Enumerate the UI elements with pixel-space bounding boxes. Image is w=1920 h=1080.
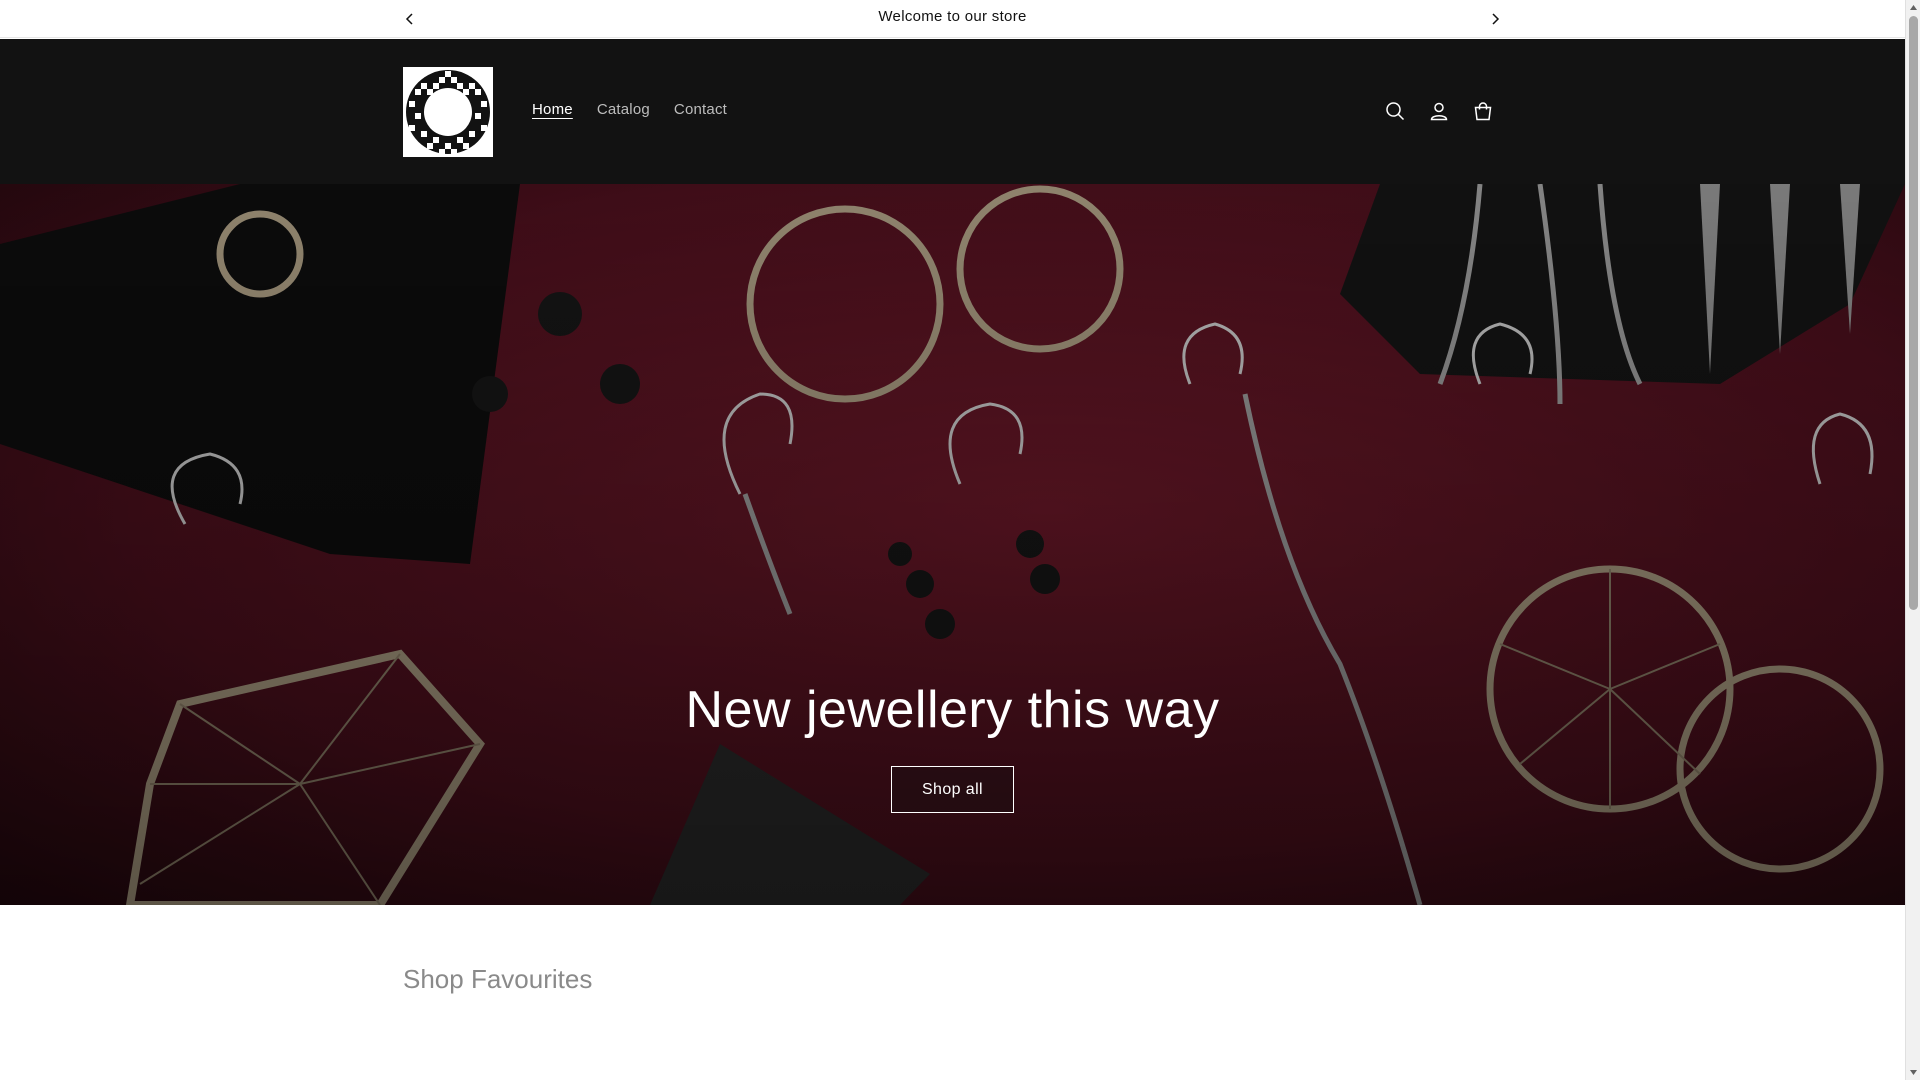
store-logo[interactable]	[403, 67, 493, 157]
search-button[interactable]	[1378, 94, 1412, 128]
hero-content: New jewellery this way Shop all	[0, 680, 1905, 813]
nav-home[interactable]: Home	[520, 101, 585, 118]
page-scrollbar[interactable]	[1905, 0, 1920, 1080]
site-header: Home Catalog Contact	[0, 39, 1905, 184]
chevron-right-icon	[1492, 13, 1500, 25]
account-icon	[1430, 102, 1448, 121]
logo-icon	[403, 67, 493, 157]
page: Welcome to our store Home Catalog Contac…	[0, 0, 1905, 1080]
main-nav: Home Catalog Contact	[520, 101, 739, 118]
scroll-down-arrow-icon	[1910, 1070, 1917, 1075]
featured-collection-title: Shop Favourites	[403, 964, 593, 994]
hero-banner: New jewellery this way Shop all	[0, 184, 1905, 905]
scroll-thumb[interactable]	[1909, 16, 1918, 610]
header-icons	[1378, 94, 1500, 128]
scroll-up-arrow-icon	[1910, 5, 1917, 10]
hero-heading: New jewellery this way	[685, 681, 1220, 739]
announcement-next-button[interactable]	[1482, 6, 1508, 32]
shop-all-button[interactable]: Shop all	[890, 766, 1015, 813]
nav-catalog[interactable]: Catalog	[585, 101, 662, 118]
cart-button[interactable]	[1466, 94, 1500, 128]
scroll-up-button[interactable]	[1906, 0, 1920, 15]
announcement-bar: Welcome to our store	[0, 0, 1905, 38]
search-icon	[1386, 102, 1405, 121]
announcement-text: Welcome to our store	[878, 8, 1027, 25]
nav-contact[interactable]: Contact	[662, 101, 739, 118]
account-button[interactable]	[1422, 94, 1456, 128]
scroll-down-button[interactable]	[1906, 1065, 1920, 1080]
cart-icon	[1474, 102, 1492, 121]
